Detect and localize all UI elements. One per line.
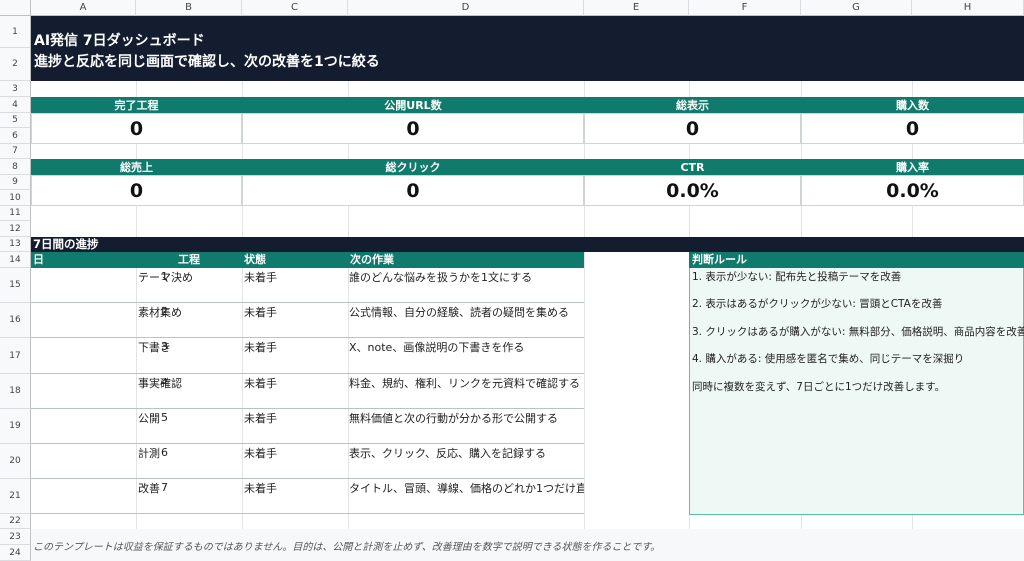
select-all-corner[interactable]: [0, 0, 31, 16]
row-header-22[interactable]: 22: [0, 514, 31, 529]
progress-section-title: 7日間の進捗: [31, 237, 1024, 252]
status-cell: 未着手: [244, 376, 277, 390]
next-action-cell: 無料価値と次の行動が分かる形で公開する: [349, 411, 558, 425]
kpi-label-total-views: 総表示: [584, 97, 801, 113]
status-cell: 未着手: [244, 340, 277, 354]
title-banner: AI発信 7日ダッシュボード 進捗と反応を同じ画面で確認し、次の改善を1つに絞る: [31, 16, 1024, 81]
row-header-4[interactable]: 4: [0, 97, 31, 113]
row-header-18[interactable]: 18: [0, 374, 31, 409]
step-cell: 計測: [138, 446, 160, 460]
footnote: このテンプレートは収益を保証するものではありません。目的は、公開と計測を止めず、…: [33, 542, 661, 553]
next-action-cell: 料金、規約、権利、リンクを元資料で確認する: [349, 376, 580, 390]
row-divider: [31, 513, 584, 514]
kpi-value-total-clicks[interactable]: 0: [242, 175, 584, 206]
status-cell: 未着手: [244, 481, 277, 495]
table-row[interactable]: 3 下書き 未着手 X、note、画像説明の下書きを作る: [31, 338, 584, 374]
rule-item-2: 2. 表示はあるがクリックが少ない: 冒頭とCTAを改善: [692, 298, 943, 310]
rule-item-3: 3. クリックはあるが購入がない: 無料部分、価格説明、商品内容を改善: [692, 326, 1024, 338]
kpi-label-completed-steps: 完了工程: [31, 97, 242, 113]
column-header-a[interactable]: A: [31, 0, 136, 16]
next-action-cell: X、note、画像説明の下書きを作る: [349, 340, 525, 354]
row-header-24[interactable]: 24: [0, 545, 31, 561]
kpi-value-total-sales[interactable]: 0: [31, 175, 242, 206]
next-action-cell: 表示、クリック、反応、購入を記録する: [349, 446, 547, 460]
row-header-15[interactable]: 15: [0, 268, 31, 303]
kpi-label-public-urls: 公開URL数: [242, 97, 584, 113]
rule-note: 同時に複数を変えず、7日ごとに1つだけ改善します。: [692, 381, 946, 393]
row-header-20[interactable]: 20: [0, 444, 31, 479]
step-cell: 公開: [138, 411, 160, 425]
rule-item-1: 1. 表示が少ない: 配布先と投稿テーマを改善: [692, 271, 902, 283]
column-header-f[interactable]: F: [689, 0, 801, 16]
kpi-label-total-clicks: 総クリック: [242, 159, 584, 175]
row-header-8[interactable]: 8: [0, 159, 31, 175]
next-action-cell: 公式情報、自分の経験、読者の疑問を集める: [349, 305, 569, 319]
rule-item-4: 4. 購入がある: 使用感を匿名で集め、同じテーマを深掘り: [692, 353, 965, 365]
kpi-label-purchases: 購入数: [801, 97, 1024, 113]
status-cell: 未着手: [244, 270, 277, 284]
table-row[interactable]: 7 改善 未着手 タイトル、冒頭、導線、価格のどれか1つだけ直す: [31, 479, 584, 514]
kpi-label-purchase-rate: 購入率: [801, 159, 1024, 175]
column-header-d[interactable]: D: [348, 0, 584, 16]
row-header-9[interactable]: 9: [0, 175, 31, 190]
header-day: 日: [33, 253, 44, 266]
status-cell: 未着手: [244, 446, 277, 460]
next-action-cell: タイトル、冒頭、導線、価格のどれか1つだけ直す: [349, 481, 584, 495]
row-header-11[interactable]: 11: [0, 206, 31, 221]
row-header-3[interactable]: 3: [0, 81, 31, 97]
kpi-value-ctr[interactable]: 0.0%: [584, 175, 801, 206]
dashboard-subtitle: 進捗と反応を同じ画面で確認し、次の改善を1つに絞る: [34, 54, 380, 70]
kpi-value-public-urls[interactable]: 0: [242, 113, 584, 144]
kpi-label-ctr: CTR: [584, 159, 801, 175]
kpi-value-purchase-rate[interactable]: 0.0%: [801, 175, 1024, 206]
row-header-16[interactable]: 16: [0, 303, 31, 338]
row-header-19[interactable]: 19: [0, 409, 31, 444]
table-row[interactable]: 2 素材集め 未着手 公式情報、自分の経験、読者の疑問を集める: [31, 303, 584, 338]
status-cell: 未着手: [244, 305, 277, 319]
step-cell: 素材集め: [138, 305, 182, 319]
step-cell: テーマ決め: [138, 270, 193, 284]
row-header-5[interactable]: 5: [0, 113, 31, 128]
progress-table-header: [31, 252, 584, 268]
kpi-value-total-views[interactable]: 0: [584, 113, 801, 144]
row-header-17[interactable]: 17: [0, 338, 31, 374]
step-cell: 下書き: [138, 340, 171, 354]
row-header-2[interactable]: 2: [0, 48, 31, 81]
column-header-e[interactable]: E: [584, 0, 689, 16]
next-action-cell: 誰のどんな悩みを扱うかを1文にする: [349, 270, 533, 284]
column-header-b[interactable]: B: [136, 0, 242, 16]
rules-box[interactable]: 1. 表示が少ない: 配布先と投稿テーマを改善 2. 表示はあるがクリックが少な…: [689, 268, 1024, 515]
header-next-action: 次の作業: [350, 253, 394, 266]
step-cell: 事実確認: [138, 376, 182, 390]
row-header-12[interactable]: 12: [0, 221, 31, 237]
step-cell: 改善: [138, 481, 160, 495]
column-header-h[interactable]: H: [912, 0, 1024, 16]
row-header-13[interactable]: 13: [0, 237, 31, 252]
rules-title: 判断ルール: [689, 252, 1024, 268]
column-header-g[interactable]: G: [801, 0, 912, 16]
table-row[interactable]: 5 公開 未着手 無料価値と次の行動が分かる形で公開する: [31, 409, 584, 444]
row-header-23[interactable]: 23: [0, 529, 31, 545]
header-step: 工程: [178, 253, 200, 266]
status-cell: 未着手: [244, 411, 277, 425]
row-header-21[interactable]: 21: [0, 479, 31, 514]
kpi-label-total-sales: 総売上: [31, 159, 242, 175]
kpi-value-completed-steps[interactable]: 0: [31, 113, 242, 144]
row-header-1[interactable]: 1: [0, 16, 31, 48]
row-header-14[interactable]: 14: [0, 252, 31, 268]
table-row[interactable]: 1 テーマ決め 未着手 誰のどんな悩みを扱うかを1文にする: [31, 268, 584, 303]
row-header-6[interactable]: 6: [0, 128, 31, 144]
column-header-c[interactable]: C: [242, 0, 348, 16]
dashboard-title: AI発信 7日ダッシュボード: [34, 33, 205, 49]
row-header-10[interactable]: 10: [0, 190, 31, 206]
header-status: 状態: [244, 253, 266, 266]
row-header-7[interactable]: 7: [0, 144, 31, 159]
table-row[interactable]: 4 事実確認 未着手 料金、規約、権利、リンクを元資料で確認する: [31, 374, 584, 409]
kpi-value-purchases[interactable]: 0: [801, 113, 1024, 144]
table-row[interactable]: 6 計測 未着手 表示、クリック、反応、購入を記録する: [31, 444, 584, 479]
